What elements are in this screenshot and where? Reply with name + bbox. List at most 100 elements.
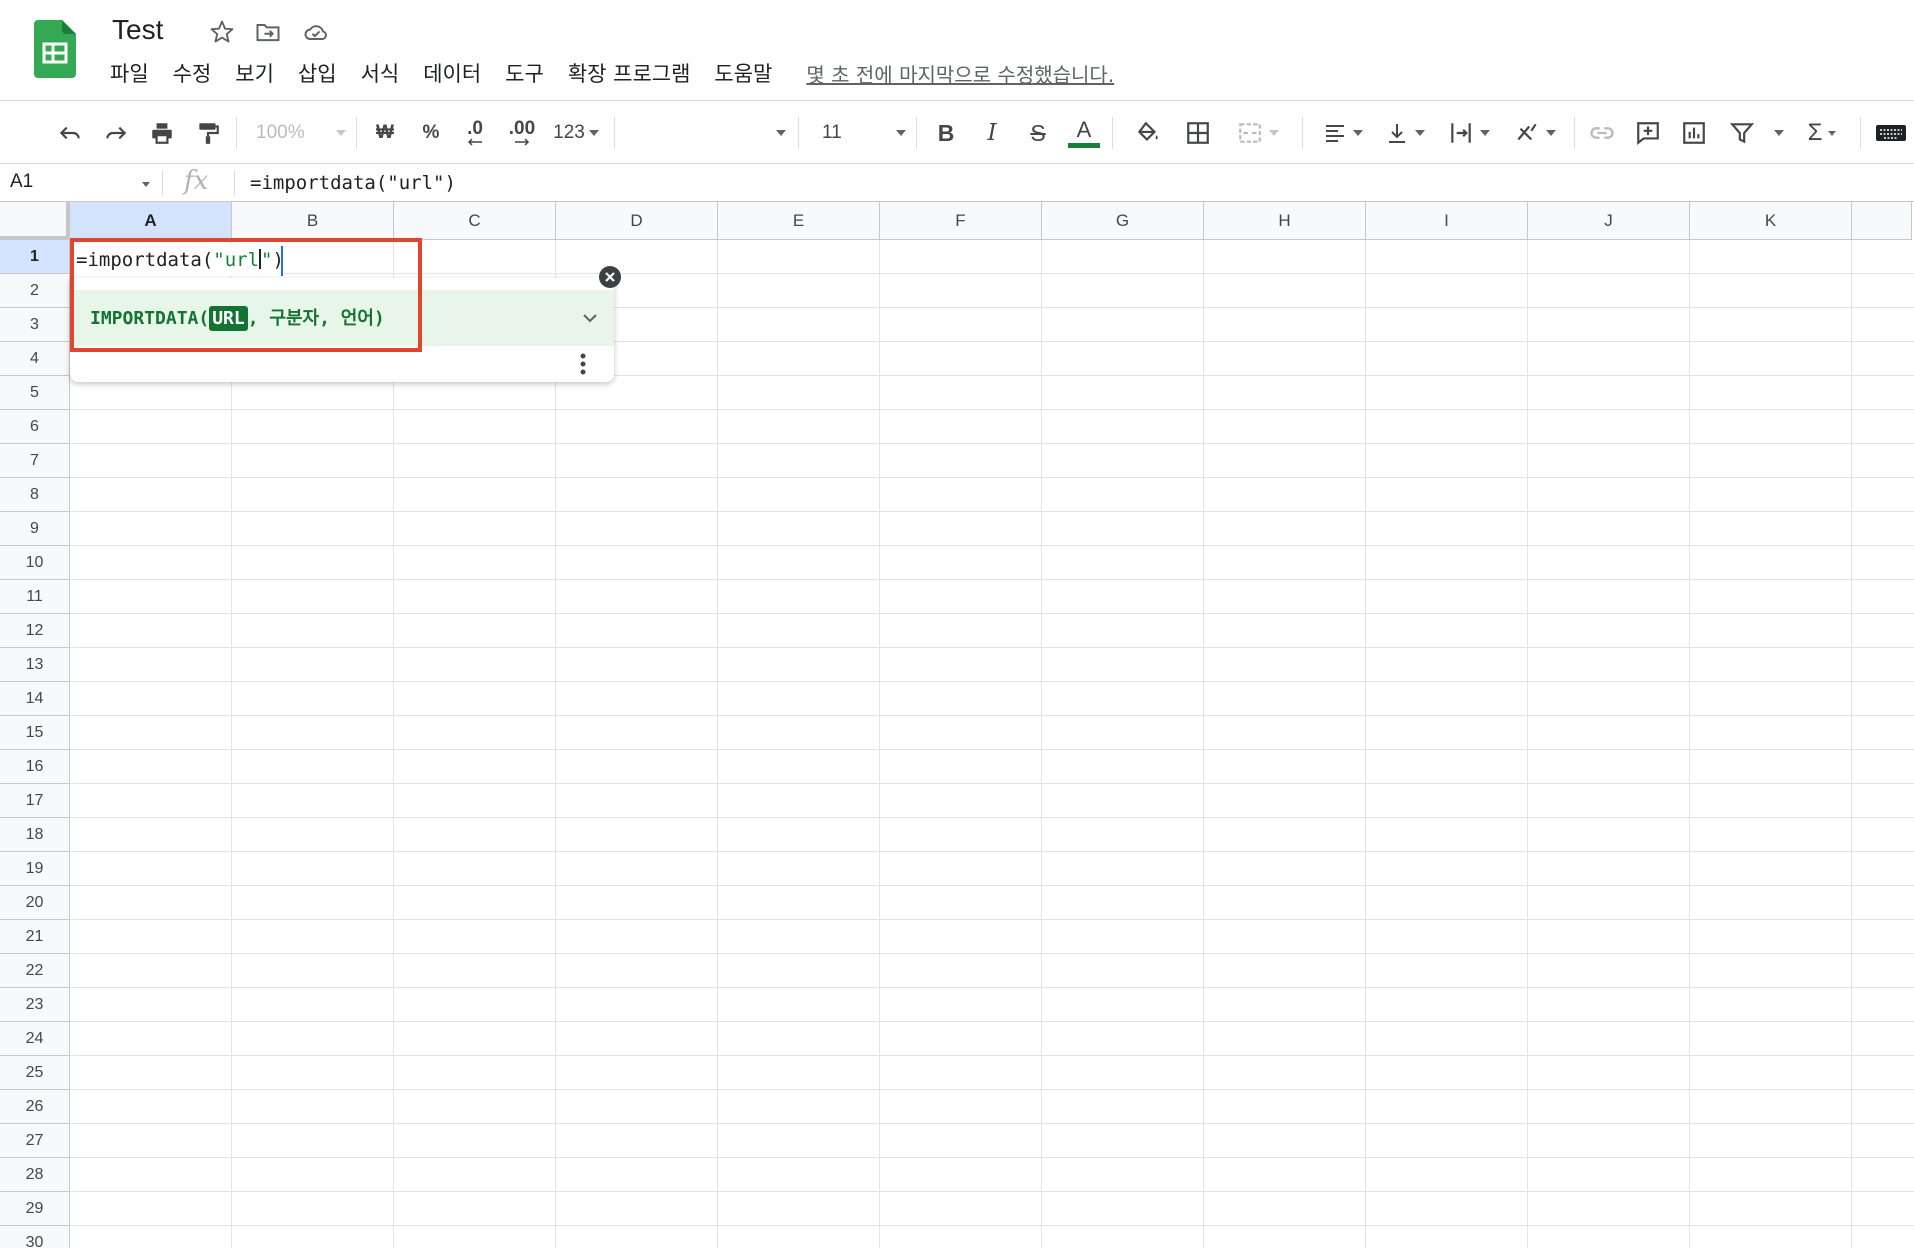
row-header-5[interactable]: 5 xyxy=(0,376,70,410)
italic-button[interactable]: I xyxy=(976,115,1008,151)
column-header-c[interactable]: C xyxy=(394,202,556,240)
divider xyxy=(234,170,235,196)
row-header-18[interactable]: 18 xyxy=(0,818,70,852)
insert-link-icon[interactable] xyxy=(1584,115,1620,151)
bold-button[interactable]: B xyxy=(930,115,962,151)
row-header-3[interactable]: 3 xyxy=(0,308,70,342)
chevron-down-icon xyxy=(588,130,599,136)
text-rotation-icon[interactable] xyxy=(1508,115,1562,151)
more-formats-button[interactable]: 123 xyxy=(548,115,604,151)
redo-icon[interactable] xyxy=(98,115,134,151)
row-header-13[interactable]: 13 xyxy=(0,648,70,682)
more-vert-icon[interactable] xyxy=(580,352,586,376)
fill-color-icon[interactable] xyxy=(1130,115,1166,151)
row-header-19[interactable]: 19 xyxy=(0,852,70,886)
row-header-17[interactable]: 17 xyxy=(0,784,70,818)
row-header-30[interactable]: 30 xyxy=(0,1226,70,1248)
row-header-23[interactable]: 23 xyxy=(0,988,70,1022)
row-header-20[interactable]: 20 xyxy=(0,886,70,920)
strikethrough-button[interactable]: S xyxy=(1022,115,1054,151)
merge-cells-icon[interactable] xyxy=(1230,115,1286,151)
chevron-down-icon xyxy=(1269,130,1279,136)
row-header-25[interactable]: 25 xyxy=(0,1056,70,1090)
row-header-28[interactable]: 28 xyxy=(0,1158,70,1192)
column-header-f[interactable]: F xyxy=(880,202,1042,240)
row-header-2[interactable]: 2 xyxy=(0,274,70,308)
filter-views-button[interactable] xyxy=(1768,115,1790,151)
row-header-12[interactable]: 12 xyxy=(0,614,70,648)
input-tools-keyboard-icon[interactable] xyxy=(1872,115,1910,151)
print-icon[interactable] xyxy=(144,115,180,151)
move-to-folder-icon[interactable] xyxy=(254,18,282,46)
document-title[interactable]: Test xyxy=(112,14,163,46)
row-header-27[interactable]: 27 xyxy=(0,1124,70,1158)
row-header-1[interactable]: 1 xyxy=(0,240,70,274)
menu-edit[interactable]: 수정 xyxy=(173,58,212,88)
menu-data[interactable]: 데이터 xyxy=(423,58,481,88)
column-header-a[interactable]: A xyxy=(70,202,232,240)
horizontal-align-icon[interactable] xyxy=(1318,115,1368,151)
column-header-g[interactable]: G xyxy=(1042,202,1204,240)
row-header-10[interactable]: 10 xyxy=(0,546,70,580)
borders-icon[interactable] xyxy=(1180,115,1216,151)
sheets-logo-icon[interactable] xyxy=(34,20,76,78)
undo-icon[interactable] xyxy=(52,115,88,151)
star-icon[interactable] xyxy=(208,18,236,46)
column-header-h[interactable]: H xyxy=(1204,202,1366,240)
close-icon[interactable] xyxy=(598,265,622,289)
currency-format-button[interactable]: ₩ xyxy=(370,115,400,151)
chevron-down-icon xyxy=(776,130,786,136)
column-header-e[interactable]: E xyxy=(718,202,880,240)
row-header-16[interactable]: 16 xyxy=(0,750,70,784)
column-header-k[interactable]: K xyxy=(1690,202,1852,240)
zoom-value: 100% xyxy=(256,122,305,143)
arrow-left-icon xyxy=(467,138,482,146)
select-all-corner[interactable] xyxy=(0,202,70,240)
last-edit-link[interactable]: 몇 초 전에 마지막으로 수정했습니다. xyxy=(806,59,1114,88)
row-header-24[interactable]: 24 xyxy=(0,1022,70,1056)
column-header-d[interactable]: D xyxy=(556,202,718,240)
column-header-partial[interactable] xyxy=(1852,202,1912,240)
text-color-button[interactable]: A xyxy=(1066,115,1102,151)
zoom-select[interactable]: 100% xyxy=(256,115,346,151)
row-header-21[interactable]: 21 xyxy=(0,920,70,954)
menu-extensions[interactable]: 확장 프로그램 xyxy=(568,58,691,88)
row-header-8[interactable]: 8 xyxy=(0,478,70,512)
row-header-14[interactable]: 14 xyxy=(0,682,70,716)
column-header-i[interactable]: I xyxy=(1366,202,1528,240)
row-header-11[interactable]: 11 xyxy=(0,580,70,614)
row-header-26[interactable]: 26 xyxy=(0,1090,70,1124)
column-header-j[interactable]: J xyxy=(1528,202,1690,240)
insert-comment-icon[interactable] xyxy=(1630,115,1666,151)
filter-icon[interactable] xyxy=(1724,115,1760,151)
row-header-7[interactable]: 7 xyxy=(0,444,70,478)
menu-tools[interactable]: 도구 xyxy=(505,58,544,88)
row-header-29[interactable]: 29 xyxy=(0,1192,70,1226)
row-header-22[interactable]: 22 xyxy=(0,954,70,988)
row-header-4[interactable]: 4 xyxy=(0,342,70,376)
row-header-9[interactable]: 9 xyxy=(0,512,70,546)
chevron-down-icon[interactable] xyxy=(142,182,150,187)
formula-input[interactable]: =importdata("url") xyxy=(250,172,456,194)
paint-format-icon[interactable] xyxy=(190,115,226,151)
column-header-b[interactable]: B xyxy=(232,202,394,240)
row-header-6[interactable]: 6 xyxy=(0,410,70,444)
name-box[interactable]: A1 xyxy=(10,171,33,193)
cloud-saved-icon[interactable] xyxy=(302,18,330,46)
menu-view[interactable]: 보기 xyxy=(235,58,274,88)
chevron-down-icon[interactable] xyxy=(580,308,600,328)
percent-format-button[interactable]: % xyxy=(416,115,446,151)
menu-file[interactable]: 파일 xyxy=(110,58,149,88)
functions-button[interactable]: Σ xyxy=(1798,115,1846,151)
decrease-decimal-button[interactable]: .0 xyxy=(460,115,490,151)
insert-chart-icon[interactable] xyxy=(1676,115,1712,151)
menu-format[interactable]: 서식 xyxy=(361,58,400,88)
increase-decimal-button[interactable]: .00 xyxy=(504,115,540,151)
font-family-select[interactable] xyxy=(630,115,786,151)
row-header-15[interactable]: 15 xyxy=(0,716,70,750)
menu-help[interactable]: 도움말 xyxy=(714,58,772,88)
menu-insert[interactable]: 삽입 xyxy=(298,58,337,88)
text-wrapping-icon[interactable] xyxy=(1442,115,1496,151)
font-size-select[interactable]: 11 xyxy=(812,115,906,151)
vertical-align-icon[interactable] xyxy=(1380,115,1430,151)
